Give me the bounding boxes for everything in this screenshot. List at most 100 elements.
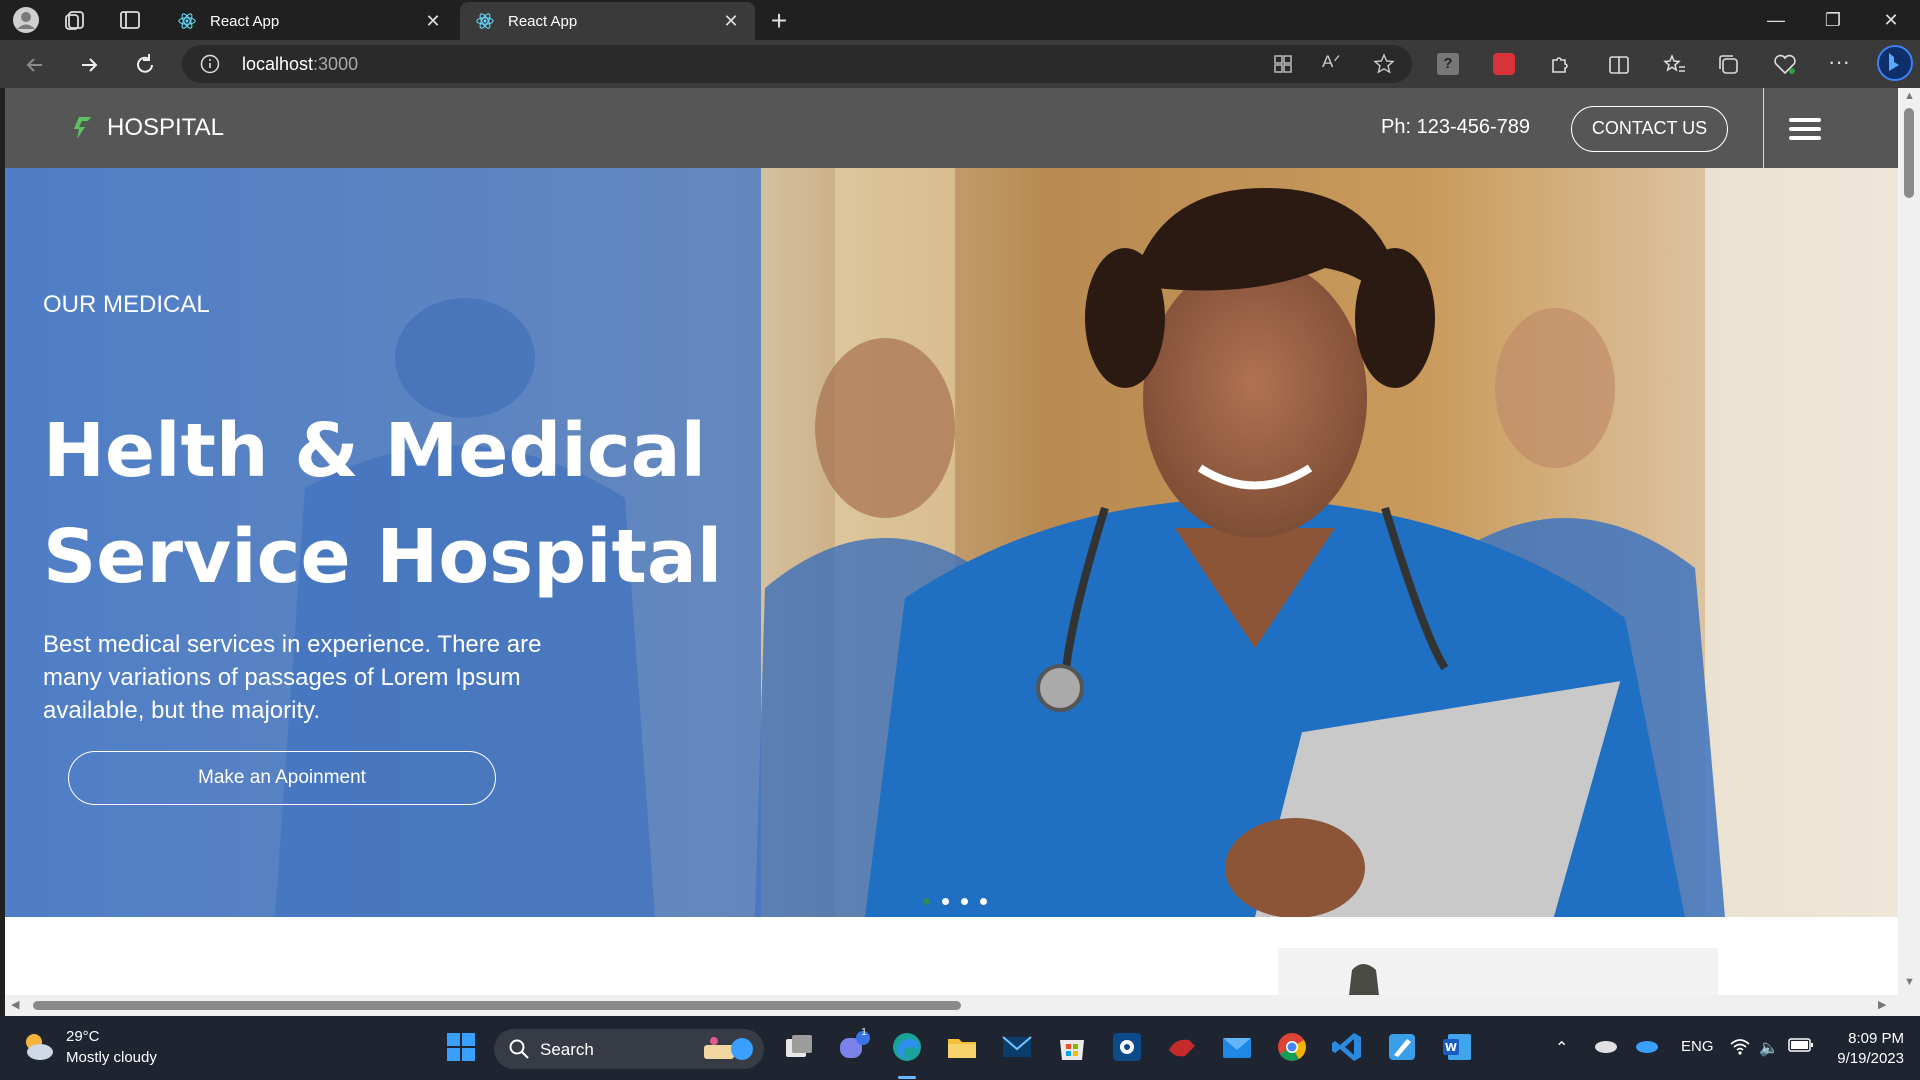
collections-icon[interactable] <box>1714 50 1744 80</box>
hero-subtitle: OUR MEDICAL <box>43 291 210 318</box>
brand-name: HOSPITAL <box>107 114 224 141</box>
microsoft-store-icon[interactable] <box>1055 1030 1089 1064</box>
taskbar-search[interactable]: Search <box>494 1029 764 1069</box>
scroll-right-icon[interactable]: ▶ <box>1878 998 1886 1011</box>
help-extension-icon[interactable]: ? <box>1437 53 1459 75</box>
tab-actions-icon[interactable] <box>116 6 144 34</box>
phone-number: Ph: 123-456-789 <box>1381 116 1531 138</box>
media-app-icon[interactable] <box>1110 1030 1144 1064</box>
hero-carousel: OUR MEDICAL Helth & Medical Service Hosp… <box>5 168 1898 917</box>
windows-taskbar: 29°C Mostly cloudy Search 1 W ⌃ ENG 🔈 8:… <box>0 1016 1920 1080</box>
carousel-dot[interactable] <box>923 898 930 905</box>
vscode-icon[interactable] <box>1330 1030 1364 1064</box>
address-text: localhost:3000 <box>242 54 358 75</box>
refresh-icon[interactable] <box>130 50 160 80</box>
make-appointment-button[interactable]: Make an Apoinment <box>68 751 496 805</box>
back-icon[interactable] <box>20 50 50 80</box>
word-app-icon[interactable]: W <box>1440 1030 1474 1064</box>
address-bar[interactable]: localhost:3000 A͏ᐟ <box>182 45 1412 83</box>
git-app-icon[interactable] <box>1165 1030 1199 1064</box>
url-host: localhost <box>242 54 314 74</box>
vertical-scroll-thumb[interactable] <box>1904 108 1914 198</box>
partly-cloudy-icon <box>26 1034 53 1060</box>
paint-app-icon[interactable] <box>1385 1030 1419 1064</box>
profile-avatar-icon[interactable] <box>12 6 40 34</box>
horizontal-scroll-thumb[interactable] <box>33 1001 961 1010</box>
onedrive-personal-icon[interactable] <box>1594 1036 1618 1054</box>
weather-temperature: 29°C <box>66 1028 100 1045</box>
split-screen-icon[interactable] <box>1604 50 1634 80</box>
chrome-browser-icon[interactable] <box>1275 1030 1309 1064</box>
volume-icon[interactable]: 🔈 <box>1759 1038 1779 1058</box>
more-options-icon[interactable]: ··· <box>1824 50 1854 80</box>
svg-text:W: W <box>1445 1041 1457 1054</box>
carousel-dot[interactable] <box>961 898 968 905</box>
restore-icon[interactable]: ❐ <box>1813 6 1853 34</box>
read-aloud-icon[interactable]: A͏ᐟ <box>1322 52 1341 72</box>
search-label: Search <box>540 1040 594 1059</box>
scroll-left-icon[interactable]: ◀ <box>11 998 19 1011</box>
carousel-dot[interactable] <box>942 898 949 905</box>
close-tab-icon[interactable]: ✕ <box>721 11 741 31</box>
windows-start-icon[interactable] <box>444 1030 478 1064</box>
vertical-scrollbar[interactable]: ▲ ▼ <box>1898 88 1920 1016</box>
scroll-down-icon[interactable]: ▼ <box>1904 976 1915 988</box>
bing-copilot-icon[interactable] <box>1876 44 1914 82</box>
hamburger-menu-icon[interactable] <box>1785 114 1825 144</box>
show-hidden-icons[interactable]: ⌃ <box>1555 1038 1568 1058</box>
tab-react-app-1[interactable]: React App ✕ <box>162 2 457 40</box>
tab-react-app-2[interactable]: React App ✕ <box>460 2 755 40</box>
brand-logo-icon <box>74 117 91 139</box>
workspaces-icon[interactable] <box>62 6 90 34</box>
wifi-icon[interactable] <box>1729 1036 1751 1056</box>
system-clock[interactable]: 8:09 PM 9/19/2023 <box>1832 1029 1904 1069</box>
app-available-icon[interactable] <box>1272 53 1294 75</box>
browser-toolbar: localhost:3000 A͏ᐟ ? ··· <box>0 40 1920 88</box>
browser-tab-strip: React App ✕ React App ✕ + — ❐ ✕ <box>0 0 1920 40</box>
battery-icon[interactable] <box>1788 1037 1814 1053</box>
file-explorer-icon[interactable] <box>945 1030 979 1064</box>
carousel-indicators <box>923 898 987 905</box>
edge-browser-icon[interactable] <box>890 1030 924 1064</box>
scroll-up-icon[interactable]: ▲ <box>1904 90 1915 102</box>
hero-title-line-2: Service Hospital <box>43 514 723 600</box>
contact-us-button[interactable]: CONTACT US <box>1571 106 1728 152</box>
close-tab-icon[interactable]: ✕ <box>423 11 443 31</box>
favorite-star-icon[interactable] <box>1372 52 1396 76</box>
close-window-icon[interactable]: ✕ <box>1871 6 1911 34</box>
input-language[interactable]: ENG <box>1681 1038 1714 1055</box>
site-navbar: HOSPITAL Ph: 123-456-789 CONTACT US <box>5 88 1898 168</box>
react-logo-icon <box>476 13 494 29</box>
search-icon <box>509 1039 529 1059</box>
red-extension-icon[interactable] <box>1493 53 1515 75</box>
page-viewport: HOSPITAL Ph: 123-456-789 CONTACT US OUR … <box>5 88 1920 1016</box>
outlook-mail-icon[interactable] <box>1220 1030 1254 1064</box>
hero-description: Best medical services in experience. The… <box>43 631 542 724</box>
new-tab-button[interactable]: + <box>762 4 796 38</box>
react-logo-icon <box>178 13 196 29</box>
forward-icon[interactable] <box>74 50 104 80</box>
horizontal-scrollbar[interactable]: ◀ ▶ <box>5 995 1898 1016</box>
task-view-icon[interactable] <box>782 1030 816 1064</box>
extensions-puzzle-icon[interactable] <box>1544 50 1574 80</box>
carousel-dot[interactable] <box>980 898 987 905</box>
tab-title: React App <box>508 12 578 30</box>
tab-title: React App <box>210 12 280 30</box>
mail-app-icon[interactable] <box>1000 1030 1034 1064</box>
nav-divider <box>1763 88 1764 168</box>
clock-time: 8:09 PM <box>1848 1030 1904 1047</box>
hero-title: Helth & Medical Service Hospital <box>43 398 743 610</box>
brand[interactable]: HOSPITAL <box>71 114 224 142</box>
hero-title-line-1: Helth & Medical <box>43 408 706 494</box>
clock-date: 9/19/2023 <box>1837 1050 1904 1067</box>
active-app-indicator <box>898 1076 916 1079</box>
favorites-icon[interactable] <box>1660 50 1690 80</box>
minimize-icon[interactable]: — <box>1756 6 1796 34</box>
site-info-icon[interactable] <box>200 54 220 74</box>
weather-condition: Mostly cloudy <box>66 1049 157 1066</box>
weather-widget[interactable]: 29°C Mostly cloudy <box>20 1028 157 1066</box>
search-highlight-icon <box>704 1037 753 1060</box>
chat-badge: 1 <box>861 1027 867 1038</box>
browser-essentials-icon[interactable] <box>1770 50 1800 80</box>
onedrive-business-icon[interactable] <box>1635 1036 1659 1054</box>
